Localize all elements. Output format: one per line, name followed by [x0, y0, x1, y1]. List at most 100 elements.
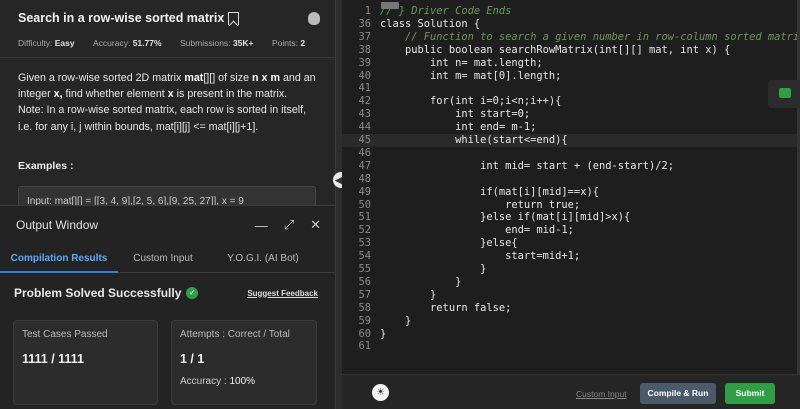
- code-editor[interactable]: 1 // } Driver Code Ends 36 class Solution {…: [342, 0, 800, 374]
- code-text: end= mid-1;: [380, 224, 574, 237]
- code-text: int end= m-1;: [380, 121, 537, 134]
- code-line[interactable]: 1 // } Driver Code Ends: [342, 5, 512, 18]
- code-line[interactable]: 55 }: [342, 263, 486, 276]
- problem-note: Note: In a row-wise sorted matrix, each …: [18, 104, 307, 133]
- line-number: 43: [358, 108, 371, 121]
- panel-divider[interactable]: [335, 0, 342, 409]
- line-number: 53: [358, 237, 371, 250]
- code-line[interactable]: 43 int start=0;: [342, 108, 530, 121]
- compile-run-button[interactable]: Compile & Run: [640, 383, 716, 404]
- accuracy-label: Accuracy:: [93, 38, 131, 48]
- expand-icon[interactable]: ⤢: [284, 217, 294, 233]
- line-number: 49: [358, 185, 371, 198]
- line-number: 61: [358, 340, 371, 353]
- code-text: int n= mat.length;: [380, 56, 543, 69]
- test-cases-value: 1111 / 1111: [22, 352, 84, 366]
- code-text: int m= mat[0].length;: [380, 69, 562, 82]
- line-number: 50: [358, 198, 371, 211]
- code-text: // } Driver Code Ends: [380, 5, 512, 17]
- close-icon[interactable]: ✕: [310, 217, 321, 233]
- code-line[interactable]: 59 }: [342, 315, 411, 328]
- code-text: class Solution {: [380, 17, 481, 30]
- code-line[interactable]: 37 // Function to search a given number …: [342, 31, 800, 44]
- code-line[interactable]: 39 int n= mat.length;: [342, 56, 543, 70]
- code-line[interactable]: 52 end= mid-1;: [342, 224, 574, 237]
- code-text: int start=0;: [380, 108, 531, 121]
- code-line[interactable]: 53 }else{: [342, 237, 518, 250]
- attempts-label: Attempts : Correct / Total: [180, 329, 290, 340]
- problem-description: Given a row-wise sorted 2D matrix mat[][…: [18, 72, 316, 133]
- line-number: 48: [358, 172, 371, 185]
- code-line[interactable]: 58 return false;: [342, 302, 511, 315]
- line-number: 58: [358, 301, 371, 314]
- check-circle-icon: ✓: [186, 287, 199, 299]
- code-line[interactable]: 57 }: [342, 289, 436, 302]
- tab-yogi-ai-bot[interactable]: Y.O.G.I. (AI Bot): [208, 243, 318, 273]
- tab-custom-input[interactable]: Custom Input: [118, 243, 208, 273]
- output-window: Output Window — ⤢ ✕ Compilation Results …: [0, 205, 335, 409]
- output-tabs: Compilation Results Custom Input Y.O.G.I…: [0, 243, 335, 273]
- output-window-title: Output Window: [16, 218, 99, 232]
- code-line[interactable]: 48: [342, 173, 380, 186]
- line-number: 37: [358, 30, 371, 43]
- submissions-value: 35K+: [232, 38, 254, 48]
- code-line[interactable]: 44 int end= m-1;: [342, 121, 536, 134]
- test-cases-card: Test Cases Passed 1111 / 1111: [13, 320, 158, 405]
- code-line[interactable]: 46: [342, 147, 380, 160]
- attempts-card: Attempts : Correct / Total 1 / 1 Accurac…: [171, 320, 317, 405]
- line-number: 38: [358, 43, 371, 56]
- examples-heading: Examples :: [18, 160, 74, 172]
- output-window-controls: — ⤢ ✕: [255, 217, 321, 233]
- code-text: }: [380, 288, 437, 301]
- code-line[interactable]: 50 return true;: [342, 199, 580, 212]
- folded-code-marker-icon[interactable]: [381, 2, 399, 9]
- points-value: 2: [300, 38, 306, 48]
- line-number: 47: [358, 159, 371, 172]
- line-number: 39: [358, 56, 371, 69]
- line-number: 56: [358, 275, 371, 288]
- editor-footer: ☀ Custom Input Compile & Run Submit: [342, 374, 800, 409]
- code-text: return true;: [380, 198, 581, 211]
- accuracy-value: 51.77%: [132, 38, 162, 48]
- code-line[interactable]: 49 if(mat[i][mid]==x){: [342, 185, 598, 199]
- minimize-icon[interactable]: —: [255, 218, 268, 233]
- code-line[interactable]: 60}: [342, 328, 386, 341]
- code-line[interactable]: 36 class Solution {: [342, 18, 480, 31]
- code-text: }else{: [380, 237, 518, 250]
- bug-report-icon[interactable]: [308, 11, 320, 25]
- code-text: }: [380, 327, 387, 340]
- code-text: }: [380, 314, 412, 327]
- custom-input-link[interactable]: Custom Input: [576, 389, 627, 399]
- code-text: return false;: [380, 301, 512, 314]
- code-line[interactable]: 41: [342, 82, 380, 95]
- code-line[interactable]: 51 }else if(mat[i][mid]>x){: [342, 211, 630, 224]
- problem-header: Search in a row-wise sorted matrix: [18, 9, 320, 27]
- code-text: for(int i=0;i<n;i++){: [380, 95, 562, 108]
- code-line[interactable]: 61: [342, 340, 380, 353]
- code-line[interactable]: 56 }: [342, 276, 461, 289]
- line-number: 57: [358, 288, 371, 301]
- test-cases-label: Test Cases Passed: [22, 329, 108, 340]
- bookmark-icon[interactable]: [228, 11, 240, 25]
- line-number: 51: [358, 211, 371, 224]
- points-label: Points:: [272, 38, 298, 48]
- code-text: public boolean searchRowMatrix(int[][] m…: [380, 43, 731, 56]
- code-text: int mid= start + (end-start)/2;: [380, 159, 675, 172]
- tab-compilation-results[interactable]: Compilation Results: [0, 243, 118, 273]
- lightbulb-icon[interactable]: ☀: [372, 384, 389, 401]
- code-line[interactable]: 42 for(int i=0;i<n;i++){: [342, 95, 561, 108]
- accuracy-percent: 100%: [229, 376, 256, 387]
- suggest-feedback-link[interactable]: Suggest Feedback: [247, 289, 318, 298]
- line-number: 1: [364, 5, 371, 17]
- line-number: 36: [358, 17, 371, 30]
- problem-panel: Search in a row-wise sorted matrix Diffi…: [0, 0, 335, 409]
- code-text: }: [380, 275, 462, 288]
- code-line[interactable]: 47 int mid= start + (end-start)/2;: [342, 160, 674, 173]
- code-line[interactable]: 38 public boolean searchRowMatrix(int[][…: [342, 44, 730, 57]
- chat-icon[interactable]: [768, 80, 800, 108]
- code-line[interactable]: 45 while(start<=end){: [342, 134, 800, 147]
- difficulty-value: Easy: [54, 38, 75, 48]
- submit-button[interactable]: Submit: [725, 383, 775, 404]
- code-line[interactable]: 54 start=mid+1;: [342, 250, 580, 263]
- code-line[interactable]: 40 int m= mat[0].length;: [342, 70, 561, 83]
